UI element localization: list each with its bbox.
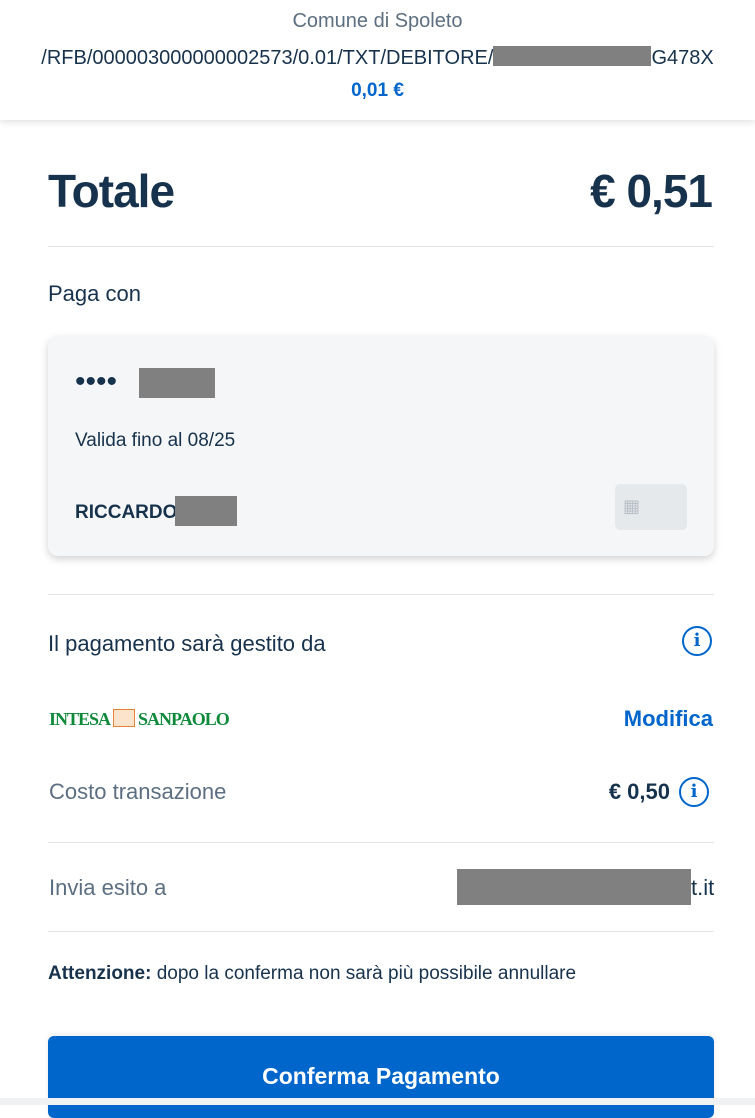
transaction-cost-value: € 0,50	[608, 779, 670, 804]
warning-text: dopo la conferma non sarà più possibile …	[151, 963, 577, 984]
redacted-block	[139, 368, 215, 398]
redacted-block	[493, 46, 652, 66]
info-icon[interactable]: i	[679, 777, 709, 807]
payment-reference: /RFB/000003000000002573/0.01/TXT/DEBITOR…	[0, 46, 755, 70]
bank-name-right: SANPAOLO	[138, 709, 230, 729]
bank-logo-emblem	[113, 709, 136, 727]
redacted-block	[175, 496, 237, 526]
notice-amount: 0,01 €	[351, 80, 404, 101]
pay-with-label: Paga con	[48, 281, 141, 306]
modify-psp-link[interactable]: Modifica	[624, 706, 713, 732]
divider	[48, 594, 714, 595]
redacted-block	[457, 869, 691, 905]
payment-card[interactable]: •••• Valida fino al 08/25 RICCARDO ▦	[48, 336, 714, 556]
info-icon[interactable]: i	[682, 626, 712, 656]
payment-reference-prefix: /RFB/000003000000002573/0.01/TXT/DEBITOR…	[41, 47, 494, 69]
outcome-email: t.it	[691, 875, 715, 900]
bottom-edge	[0, 1098, 755, 1105]
divider	[48, 931, 714, 932]
warning-prefix: Attenzione:	[48, 963, 152, 984]
bank-name-left: INTESA	[49, 709, 111, 729]
card-chip-icon: ▦	[615, 484, 687, 530]
divider	[48, 246, 714, 247]
payment-header: Comune di Spoleto /RFB/00000300000000257…	[0, 0, 755, 120]
bank-logo: INTESA SANPAOLO	[49, 709, 230, 730]
transaction-cost-label: Costo transazione	[49, 779, 227, 804]
total-value: € 0,51	[590, 165, 713, 217]
card-number-dots: ••••	[75, 365, 118, 398]
card-holder: RICCARDO	[75, 502, 178, 523]
psp-section-label: Il pagamento sarà gestito da	[48, 631, 326, 656]
payment-reference-suffix: G478X	[651, 47, 714, 69]
cancellation-warning: Attenzione: dopo la conferma non sarà pi…	[48, 963, 576, 985]
confirm-payment-button[interactable]: Conferma Pagamento	[48, 1036, 714, 1118]
divider	[48, 842, 714, 843]
send-outcome-label: Invia esito a	[49, 875, 167, 900]
payee-name: Comune di Spoleto	[292, 10, 463, 32]
card-validity: Valida fino al 08/25	[75, 430, 236, 451]
total-label: Totale	[48, 165, 175, 217]
